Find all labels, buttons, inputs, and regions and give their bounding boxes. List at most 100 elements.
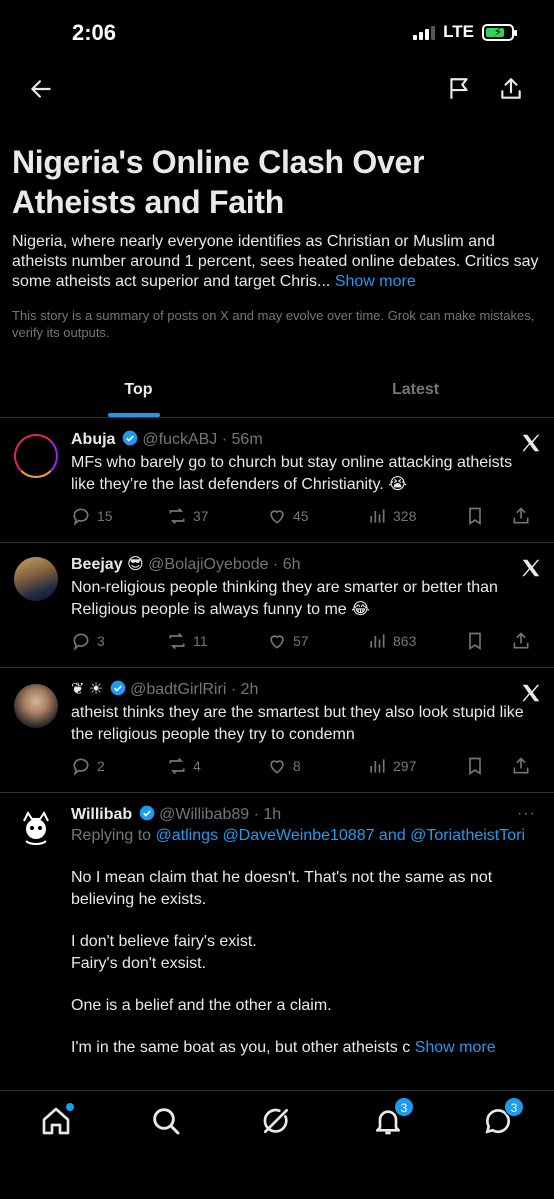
x-logo-icon xyxy=(522,559,540,577)
search-icon xyxy=(153,1108,180,1135)
bookmark-icon xyxy=(469,507,481,526)
post-actions: 3 11 57 863 xyxy=(71,629,544,653)
reply-icon xyxy=(73,508,89,526)
bookmark-button[interactable] xyxy=(465,506,511,526)
top-nav xyxy=(0,70,554,110)
reply-icon xyxy=(73,633,89,651)
story-title: Nigeria's Online Clash Over Atheists and… xyxy=(12,144,425,220)
author-handle: @badtGirlRiri xyxy=(130,681,227,698)
verified-badge-icon xyxy=(110,680,125,696)
heart-icon xyxy=(270,635,284,649)
tab-top[interactable]: Top xyxy=(0,366,277,417)
tab-latest[interactable]: Latest xyxy=(277,366,554,417)
home-tab[interactable] xyxy=(40,1103,76,1141)
views-icon xyxy=(370,634,385,648)
replying-to: Replying to @atlings @DaveWeinbe10887 an… xyxy=(71,827,526,844)
messages-badge: 3 xyxy=(504,1097,524,1117)
tab-bar: Top Latest xyxy=(0,366,554,418)
like-button[interactable]: 57 xyxy=(267,631,367,651)
verified-badge-icon xyxy=(139,805,154,821)
bookmark-icon xyxy=(469,632,481,651)
bookmark-button[interactable] xyxy=(465,756,511,776)
back-arrow-icon[interactable] xyxy=(28,76,56,104)
grok-tab[interactable] xyxy=(260,1105,296,1141)
reply-button[interactable]: 3 xyxy=(71,631,167,651)
author-handle: @fuckABJ xyxy=(142,431,218,448)
search-tab[interactable] xyxy=(150,1105,186,1141)
bookmark-button[interactable] xyxy=(465,631,511,651)
author-handle: @BolajiOyebode xyxy=(148,556,269,573)
repost-icon xyxy=(169,757,185,775)
post-time: 1h xyxy=(263,806,282,823)
bookmark-icon xyxy=(469,757,481,776)
post-item[interactable]: Abuja @fuckABJ · 56m MFs who barely go t… xyxy=(0,418,554,543)
x-logo-icon xyxy=(522,434,540,452)
repost-icon xyxy=(169,632,185,650)
x-logo-icon xyxy=(522,684,540,702)
home-dot-badge xyxy=(66,1103,74,1111)
post-text: No I mean claim that he doesn't. That's … xyxy=(71,869,496,1056)
avatar[interactable] xyxy=(14,684,58,728)
flag-icon[interactable] xyxy=(446,76,472,104)
post-item[interactable]: ❦ ☀︎ @badtGirlRiri · 2h atheist thinks t… xyxy=(0,668,554,793)
post-item[interactable]: Willibab @Willibab89 · 1h Replying to @a… xyxy=(0,793,554,1093)
status-time: 2:06 xyxy=(72,20,117,45)
repost-button[interactable]: 4 xyxy=(167,756,267,776)
notifications-tab[interactable]: 3 xyxy=(372,1097,414,1141)
post-item[interactable]: Beejay 😎 @BolajiOyebode · 6h Non-religio… xyxy=(0,543,554,668)
status-bar: 2:06 LTE ⚡ xyxy=(0,0,554,62)
views-button[interactable]: 297 xyxy=(367,756,465,776)
post-time: 56m xyxy=(231,431,263,448)
avatar[interactable] xyxy=(14,434,58,478)
post-time: 6h xyxy=(282,556,301,573)
avatar[interactable] xyxy=(14,807,58,851)
share-icon xyxy=(513,757,529,774)
views-button[interactable]: 328 xyxy=(367,506,465,526)
author-name[interactable]: Willibab xyxy=(71,806,132,823)
repost-icon xyxy=(169,507,185,525)
signal-icon xyxy=(413,24,436,40)
post-time: 2h xyxy=(240,681,259,698)
messages-tab[interactable]: 3 xyxy=(482,1097,524,1141)
reply-button[interactable]: 15 xyxy=(71,506,167,526)
author-name[interactable]: ❦ ☀︎ xyxy=(71,681,103,698)
share-icon xyxy=(513,632,529,649)
share-icon[interactable] xyxy=(498,76,524,104)
avatar[interactable] xyxy=(14,557,58,601)
show-more-link[interactable]: Show more xyxy=(415,1039,496,1056)
verified-badge-icon xyxy=(122,430,138,446)
views-icon xyxy=(370,759,385,773)
show-more-link[interactable]: Show more xyxy=(335,273,416,290)
reply-button[interactable]: 2 xyxy=(71,756,167,776)
share-icon xyxy=(513,507,529,524)
battery-icon: ⚡ xyxy=(482,23,517,41)
notifications-badge: 3 xyxy=(394,1097,414,1117)
heart-icon xyxy=(270,760,284,774)
views-icon xyxy=(370,509,385,523)
reply-icon xyxy=(73,758,89,776)
post-text: MFs who barely go to church but stay onl… xyxy=(71,454,513,493)
like-button[interactable]: 8 xyxy=(267,756,367,776)
author-name[interactable]: Beejay 😎 xyxy=(71,556,144,573)
author-name[interactable]: Abuja xyxy=(71,431,115,448)
story-disclaimer: This story is a summary of posts on X an… xyxy=(12,308,535,340)
bottom-nav: 3 3 xyxy=(0,1090,554,1199)
more-options-icon[interactable]: ··· xyxy=(517,805,536,823)
network-label: LTE xyxy=(443,22,474,41)
post-actions: 2 4 8 297 xyxy=(71,754,544,778)
share-post-button[interactable] xyxy=(511,506,531,526)
story-summary: Nigeria, where nearly everyone identifie… xyxy=(12,233,539,290)
author-handle: @Willibab89 xyxy=(159,806,250,823)
post-text: Non-religious people thinking they are s… xyxy=(71,579,498,618)
like-button[interactable]: 45 xyxy=(267,506,367,526)
heart-icon xyxy=(270,510,284,524)
share-post-button[interactable] xyxy=(511,631,531,651)
post-actions: 15 37 45 328 xyxy=(71,504,544,528)
repost-button[interactable]: 11 xyxy=(167,631,267,651)
views-button[interactable]: 863 xyxy=(367,631,465,651)
share-post-button[interactable] xyxy=(511,756,531,776)
post-text: atheist thinks they are the smartest but… xyxy=(71,704,524,743)
reply-mentions[interactable]: @atlings @DaveWeinbe10887 and @Toriathei… xyxy=(156,827,526,844)
repost-button[interactable]: 37 xyxy=(167,506,267,526)
grok-icon xyxy=(263,1108,288,1133)
